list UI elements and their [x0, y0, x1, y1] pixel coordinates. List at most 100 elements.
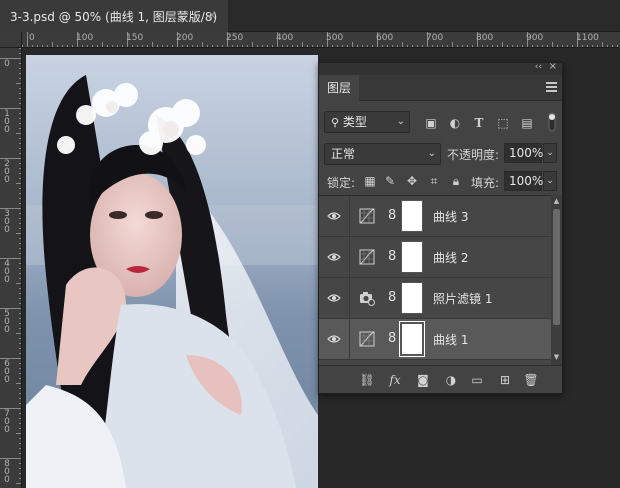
layer-row[interactable]: 8 曲线 2: [319, 237, 551, 278]
filter-kind-dropdown[interactable]: ⚲ 类型 ⌄: [324, 111, 410, 133]
blend-mode-dropdown[interactable]: 正常 ⌄: [324, 143, 441, 165]
collapse-panel-icon[interactable]: ‹‹: [535, 62, 542, 72]
ruler-tick: [72, 45, 73, 47]
photoshop-window: 3-3.psd @ 50% (曲线 1, 图层蒙版/8) × 0 100 150 20…: [0, 0, 620, 488]
layer-mask-thumbnail[interactable]: [401, 282, 423, 314]
add-mask-icon[interactable]: ◙: [415, 372, 431, 388]
lock-image-pixels-icon[interactable]: ✎: [383, 174, 397, 188]
mask-link-icon[interactable]: 8: [388, 208, 396, 224]
delete-layer-icon[interactable]: 🗑︎: [523, 372, 539, 388]
close-panel-icon[interactable]: ×: [549, 61, 557, 72]
ruler-tick: [19, 448, 21, 449]
ruler-tick: [337, 45, 338, 47]
mask-link-icon[interactable]: 8: [388, 249, 396, 265]
ruler-tick: [19, 338, 21, 339]
ruler-label: 600: [4, 359, 10, 385]
ruler-tick: [462, 45, 463, 47]
lock-all-icon[interactable]: 🔒︎: [449, 174, 463, 188]
mask-link-icon[interactable]: 8: [388, 290, 396, 306]
layer-name[interactable]: 曲线 2: [433, 249, 468, 266]
fill-input[interactable]: 100%: [504, 171, 543, 191]
ruler-tick: [32, 45, 33, 47]
ruler-tick: [587, 45, 588, 47]
ruler-tick: [592, 45, 593, 47]
ruler-tick: [122, 45, 123, 47]
layer-mask-thumbnail[interactable]: [399, 321, 425, 357]
ruler-tick: [132, 45, 133, 47]
ruler-tick: [207, 45, 208, 47]
ruler-tick: [542, 45, 543, 47]
ruler-tick: [532, 45, 533, 47]
close-tab-icon[interactable]: ×: [206, 9, 218, 21]
ruler-tick: [602, 42, 603, 47]
layer-row[interactable]: 8 曲线 3: [319, 196, 551, 237]
filter-toggle-switch[interactable]: [548, 111, 556, 133]
lock-position-icon[interactable]: ✥: [405, 174, 419, 188]
new-group-icon[interactable]: ▭: [469, 372, 485, 388]
ruler-tick: [82, 45, 83, 47]
layer-row-selected[interactable]: 8 曲线 1: [319, 319, 551, 360]
layer-mask-thumbnail[interactable]: [401, 241, 423, 273]
ruler-tick: [312, 45, 313, 47]
visibility-eye-icon[interactable]: [327, 251, 341, 263]
ruler-tick: [19, 128, 21, 129]
lock-artboard-icon[interactable]: ⌗: [427, 174, 441, 188]
ruler-tick: [67, 45, 68, 47]
new-layer-icon[interactable]: ⊞: [497, 372, 513, 388]
scrollbar-thumb[interactable]: [553, 209, 560, 325]
ruler-label: 1100: [576, 33, 599, 43]
scroll-up-icon[interactable]: ▲: [552, 197, 561, 205]
visibility-eye-icon[interactable]: [327, 333, 341, 345]
type-filter-icon[interactable]: T: [471, 115, 487, 131]
ruler-tick: [242, 45, 243, 47]
ruler-tick: [457, 45, 458, 47]
image-filter-icon[interactable]: ▣: [423, 115, 439, 131]
ruler-corner[interactable]: [0, 32, 22, 48]
ruler-tick: [92, 45, 93, 47]
layer-name[interactable]: 曲线 3: [433, 208, 468, 225]
ruler-tick: [19, 148, 21, 149]
mask-link-icon[interactable]: 8: [388, 331, 396, 347]
ruler-tick: [512, 45, 513, 47]
fx-icon[interactable]: fx: [387, 372, 403, 388]
ruler-tick: [107, 45, 108, 47]
layer-row[interactable]: 8 照片滤镜 1: [319, 278, 551, 319]
ruler-tick: [19, 193, 21, 194]
smart-object-filter-icon[interactable]: ▤: [519, 115, 535, 131]
ruler-tick: [47, 45, 48, 47]
ruler-tick: [19, 353, 21, 354]
adjustment-filter-icon[interactable]: ◐: [447, 115, 463, 131]
fill-chevron-icon[interactable]: ⌄: [543, 171, 557, 191]
shape-filter-icon[interactable]: ⬚: [495, 115, 511, 131]
ruler-tick: [19, 143, 21, 144]
ruler-tick: [522, 45, 523, 47]
ruler-tick: [16, 433, 21, 434]
ruler-tick: [19, 388, 21, 389]
opacity-input[interactable]: 100%: [504, 143, 543, 163]
layer-mask-thumbnail[interactable]: [401, 200, 423, 232]
new-adjustment-icon[interactable]: ◑: [443, 372, 459, 388]
ruler-vertical[interactable]: 0 100 200 300 400 500 600 700 800: [0, 48, 22, 488]
panel-menu-icon[interactable]: [546, 82, 557, 92]
opacity-label: 不透明度:: [447, 148, 500, 162]
ruler-horizontal[interactable]: 0 100 150 200 250 400 500 600 700 800 900 1100: [22, 32, 620, 48]
ruler-tick: [497, 45, 498, 47]
visibility-eye-icon[interactable]: [327, 292, 341, 304]
ruler-tick: [19, 188, 21, 189]
scroll-down-icon[interactable]: ▼: [552, 353, 561, 361]
layer-name[interactable]: 照片滤镜 1: [433, 290, 492, 307]
lock-transparent-icon[interactable]: ▦: [363, 174, 377, 188]
ruler-tick: [597, 45, 598, 47]
ruler-label: 600: [376, 33, 394, 43]
ruler-tick: [19, 373, 21, 374]
ruler-tick: [19, 438, 21, 439]
ruler-tick: [19, 138, 21, 139]
ruler-tick: [487, 45, 488, 47]
ruler-tick: [19, 443, 21, 444]
link-layers-icon[interactable]: ⛓︎: [359, 372, 375, 388]
layer-name[interactable]: 曲线 1: [433, 331, 468, 348]
document-tab[interactable]: 3-3.psd @ 50% (曲线 1, 图层蒙版/8) ×: [0, 0, 228, 32]
tab-layers[interactable]: 图层: [319, 75, 359, 101]
opacity-chevron-icon[interactable]: ⌄: [543, 143, 557, 163]
visibility-eye-icon[interactable]: [327, 210, 341, 222]
